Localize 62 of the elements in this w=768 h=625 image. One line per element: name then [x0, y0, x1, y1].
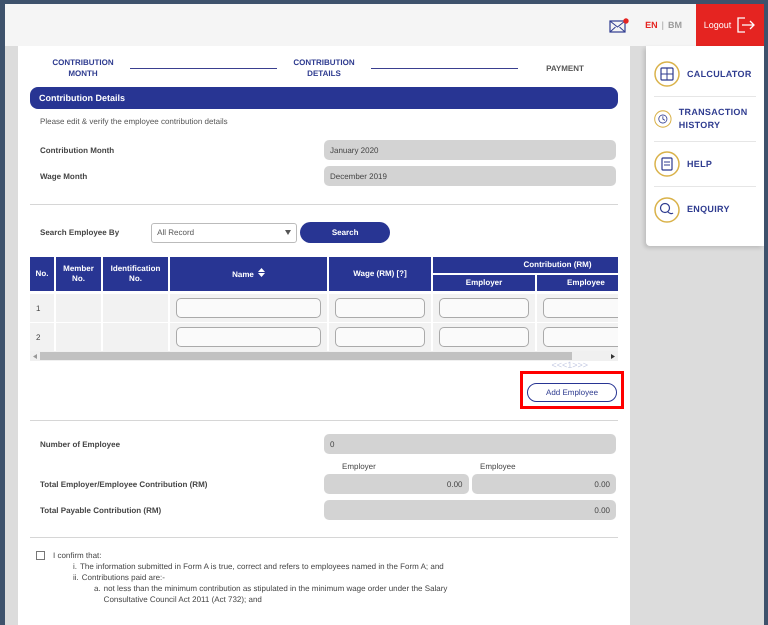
logout-icon	[736, 16, 756, 34]
column-header[interactable]: Name	[170, 257, 327, 293]
list-marker: a.	[94, 583, 101, 595]
payable-field: 0.00	[324, 500, 616, 520]
month-field: December 2019	[324, 166, 616, 186]
table-input[interactable]	[176, 327, 321, 347]
table-input[interactable]	[176, 298, 321, 318]
scrollbar[interactable]	[30, 351, 618, 361]
total-field: 0.00	[472, 474, 616, 494]
table-cell: 1	[30, 293, 54, 322]
search-label: Search Employee By	[40, 228, 120, 237]
list-marker: ii.	[73, 572, 79, 583]
menu-link[interactable]: CALCULATOR	[687, 68, 752, 80]
column-header: Identification No.	[103, 257, 168, 293]
total-field: 0.00	[324, 474, 468, 494]
confirm-text: not less than the minimum contribution as stipulated in the minimum wage order under the Salary Consultative Council Act 2011 (Act 732); and	[104, 583, 448, 605]
search-button[interactable]: Search	[300, 222, 390, 243]
menu-link[interactable]: HELP	[687, 158, 712, 170]
search-select[interactable]: All Record	[151, 222, 298, 242]
column-header: Member No.	[56, 257, 101, 293]
column-header: Employee	[537, 275, 618, 293]
table-input[interactable]	[335, 298, 425, 318]
confirm-checkbox[interactable]	[36, 551, 45, 560]
add-employee-button[interactable]: Add Employee	[527, 383, 617, 402]
table-input[interactable]	[439, 327, 529, 347]
confirm-text: The information submitted in Form A is true, correct and refers to employees named in the Form A; and	[80, 561, 444, 572]
sort-icon[interactable]	[258, 268, 265, 277]
menu-link[interactable]: ENQUIRY	[687, 203, 730, 216]
scroll-left-icon[interactable]	[33, 354, 37, 358]
column-header: Wage (RM) [?]	[329, 257, 431, 293]
month-field: January 2020	[324, 140, 616, 160]
table-input[interactable]	[335, 327, 425, 347]
column-label: Employer	[342, 462, 377, 471]
divider-text: |	[662, 20, 664, 30]
column-header: No.	[30, 257, 54, 293]
instruction-text: Please edit & verify the employee contribution details	[39, 116, 229, 126]
section-header: Contribution Details	[30, 87, 618, 109]
step-label: CONTRIBUTION DETAILS	[292, 57, 356, 79]
column-label: Employee	[480, 462, 517, 471]
field-label: Contribution Month	[40, 146, 114, 154]
mail-icon[interactable]	[609, 18, 630, 32]
menu-link[interactable]: TRANSACTION HISTORY	[678, 106, 756, 132]
table-input[interactable]	[439, 298, 529, 318]
count-field: 0	[324, 434, 616, 454]
column-header: Contribution (RM)	[433, 257, 618, 275]
caret-icon	[285, 230, 292, 235]
field-label: Wage Month	[40, 172, 88, 180]
confirm-text: Contributions paid are:-	[82, 572, 165, 583]
field-label: Total Payable Contribution (RM)	[40, 506, 162, 514]
scroll-right-icon[interactable]	[611, 354, 615, 358]
step-label: CONTRIBUTION MONTH	[51, 57, 115, 79]
field-label: Number of Employee	[40, 440, 120, 448]
table-cell: 2	[30, 322, 54, 351]
column-header: Employer	[433, 275, 535, 293]
document-icon	[654, 151, 680, 177]
list-marker: i.	[73, 561, 77, 572]
step-label: PAYMENT	[545, 62, 585, 74]
field-label: Total Employer/Employee Contribution (RM)	[40, 480, 208, 488]
logout-button[interactable]: Logout	[696, 4, 764, 46]
confirm-lead: I confirm that:	[53, 551, 102, 560]
language-link[interactable]: EN	[645, 20, 658, 30]
calculator-icon	[654, 61, 680, 87]
